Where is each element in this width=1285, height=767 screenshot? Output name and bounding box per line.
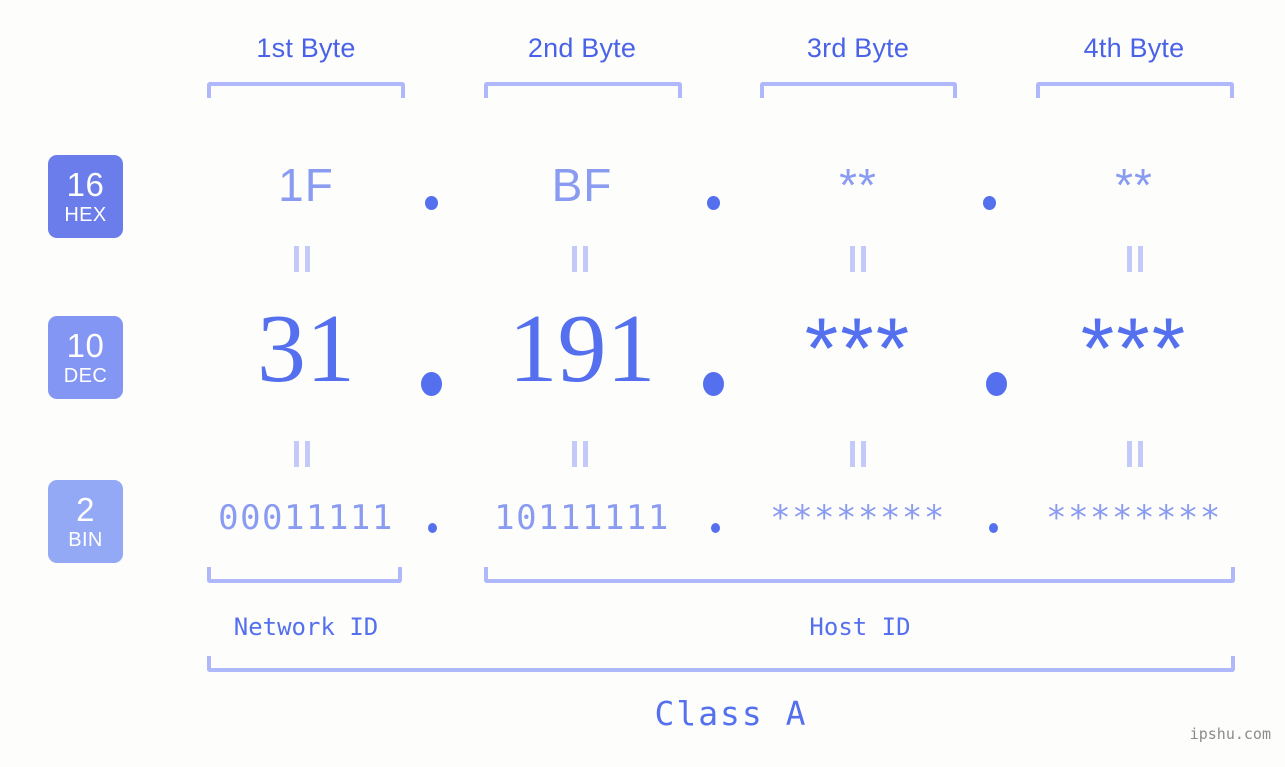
hex-octet-2: BF — [551, 159, 613, 211]
byte-header-3: 3rd Byte — [806, 33, 910, 63]
dec-row: 31 191 *** *** — [0, 300, 1285, 420]
watermark: ipshu.com — [1189, 725, 1271, 743]
bin-dot-separator-2 — [711, 523, 720, 533]
hex-octet-3: ** — [839, 159, 877, 211]
byte-header-4: 4th Byte — [1083, 33, 1185, 63]
hex-octet-1: 1F — [278, 159, 334, 211]
dec-dot-separator-2 — [703, 372, 724, 396]
hex-row: 1F BF ** ** — [0, 158, 1285, 218]
hex-octet-4: ** — [1115, 159, 1153, 211]
dec-octet-3: *** — [804, 301, 912, 397]
network-id-label: Network ID — [233, 613, 379, 641]
dec-octet-1: 31 — [257, 295, 355, 403]
hex-dot-separator-3 — [983, 196, 996, 210]
network-id-bracket — [207, 567, 402, 583]
bin-octet-4: ******** — [1046, 498, 1222, 538]
class-bracket — [207, 656, 1235, 672]
equals-connector-dec-bin-1 — [294, 441, 310, 467]
byte-bracket-4 — [1036, 82, 1234, 98]
bin-octet-3: ******** — [770, 498, 946, 538]
equals-connector-dec-bin-4 — [1127, 441, 1143, 467]
class-label: Class A — [654, 694, 808, 733]
dec-dot-separator-1 — [421, 372, 442, 396]
equals-connector-dec-bin-3 — [850, 441, 866, 467]
host-id-bracket — [484, 567, 1235, 583]
equals-connector-hex-dec-1 — [294, 246, 310, 272]
hex-dot-separator-2 — [707, 196, 720, 210]
bin-dot-separator-3 — [989, 523, 998, 533]
ip-address-breakdown-diagram: 1st Byte 2nd Byte 3rd Byte 4th Byte 16 H… — [0, 0, 1285, 767]
equals-connector-hex-dec-4 — [1127, 246, 1143, 272]
equals-connector-hex-dec-3 — [850, 246, 866, 272]
dec-octet-4: *** — [1080, 301, 1188, 397]
byte-bracket-1 — [207, 82, 405, 98]
dec-dot-separator-3 — [986, 372, 1007, 396]
bin-octet-1: 00011111 — [218, 498, 394, 538]
bin-octet-2: 10111111 — [494, 498, 670, 538]
equals-connector-hex-dec-2 — [572, 246, 588, 272]
equals-connector-dec-bin-2 — [572, 441, 588, 467]
host-id-label: Host ID — [809, 613, 911, 641]
bin-dot-separator-1 — [428, 523, 437, 533]
hex-dot-separator-1 — [425, 196, 438, 210]
byte-header-2: 2nd Byte — [527, 33, 637, 63]
byte-header-1: 1st Byte — [256, 33, 356, 63]
bin-row: 00011111 10111111 ******** ******** — [0, 498, 1285, 548]
byte-bracket-2 — [484, 82, 682, 98]
dec-octet-2: 191 — [508, 295, 656, 403]
byte-bracket-3 — [760, 82, 957, 98]
